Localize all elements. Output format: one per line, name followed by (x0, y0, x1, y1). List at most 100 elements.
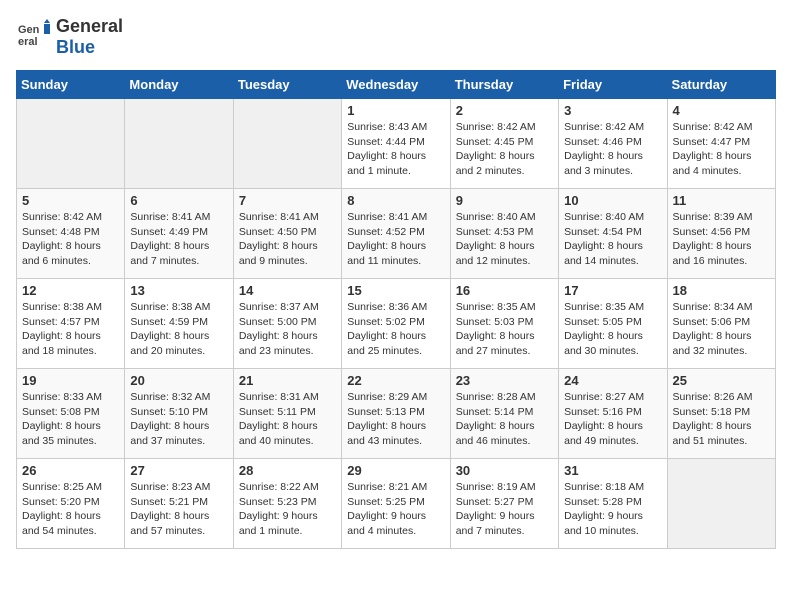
calendar-week-row: 5 Sunrise: 8:42 AM Sunset: 4:48 PM Daylig… (17, 189, 776, 279)
day-of-week-header: Saturday (667, 71, 775, 99)
calendar-cell: 1 Sunrise: 8:43 AM Sunset: 4:44 PM Daylig… (342, 99, 450, 189)
day-of-week-header: Thursday (450, 71, 558, 99)
day-info: Sunrise: 8:33 AM Sunset: 5:08 PM Dayligh… (22, 390, 119, 449)
day-info: Sunrise: 8:32 AM Sunset: 5:10 PM Dayligh… (130, 390, 227, 449)
calendar-cell: 25 Sunrise: 8:26 AM Sunset: 5:18 PM Dayli… (667, 369, 775, 459)
calendar-cell: 14 Sunrise: 8:37 AM Sunset: 5:00 PM Dayli… (233, 279, 341, 369)
page-header: Gen eral General Blue (16, 16, 776, 58)
day-info: Sunrise: 8:41 AM Sunset: 4:52 PM Dayligh… (347, 210, 444, 269)
day-of-week-header: Wednesday (342, 71, 450, 99)
day-info: Sunrise: 8:23 AM Sunset: 5:21 PM Dayligh… (130, 480, 227, 539)
svg-text:Gen: Gen (18, 24, 40, 36)
day-number: 10 (564, 193, 661, 208)
day-info: Sunrise: 8:25 AM Sunset: 5:20 PM Dayligh… (22, 480, 119, 539)
calendar-cell: 19 Sunrise: 8:33 AM Sunset: 5:08 PM Dayli… (17, 369, 125, 459)
day-info: Sunrise: 8:29 AM Sunset: 5:13 PM Dayligh… (347, 390, 444, 449)
day-number: 19 (22, 373, 119, 388)
day-info: Sunrise: 8:38 AM Sunset: 4:57 PM Dayligh… (22, 300, 119, 359)
day-number: 14 (239, 283, 336, 298)
calendar-cell: 12 Sunrise: 8:38 AM Sunset: 4:57 PM Dayli… (17, 279, 125, 369)
logo-icon: Gen eral (16, 19, 52, 55)
calendar-cell (233, 99, 341, 189)
day-info: Sunrise: 8:19 AM Sunset: 5:27 PM Dayligh… (456, 480, 553, 539)
calendar-cell: 27 Sunrise: 8:23 AM Sunset: 5:21 PM Dayli… (125, 459, 233, 549)
day-number: 27 (130, 463, 227, 478)
day-number: 1 (347, 103, 444, 118)
calendar-cell: 23 Sunrise: 8:28 AM Sunset: 5:14 PM Dayli… (450, 369, 558, 459)
calendar-cell: 22 Sunrise: 8:29 AM Sunset: 5:13 PM Dayli… (342, 369, 450, 459)
calendar-cell: 4Sunrise: 8:42 AM Sunset: 4:47 PM Daylig… (667, 99, 775, 189)
calendar-header-row: SundayMondayTuesdayWednesdayThursdayFrid… (17, 71, 776, 99)
day-number: 29 (347, 463, 444, 478)
calendar-cell: 30 Sunrise: 8:19 AM Sunset: 5:27 PM Dayli… (450, 459, 558, 549)
calendar-cell: 7 Sunrise: 8:41 AM Sunset: 4:50 PM Daylig… (233, 189, 341, 279)
calendar-cell: 5 Sunrise: 8:42 AM Sunset: 4:48 PM Daylig… (17, 189, 125, 279)
calendar-week-row: 26 Sunrise: 8:25 AM Sunset: 5:20 PM Dayli… (17, 459, 776, 549)
calendar-cell: 16 Sunrise: 8:35 AM Sunset: 5:03 PM Dayli… (450, 279, 558, 369)
calendar-cell: 6 Sunrise: 8:41 AM Sunset: 4:49 PM Daylig… (125, 189, 233, 279)
calendar-cell: 9Sunrise: 8:40 AM Sunset: 4:53 PM Daylig… (450, 189, 558, 279)
calendar-table: SundayMondayTuesdayWednesdayThursdayFrid… (16, 70, 776, 549)
calendar-cell: 20 Sunrise: 8:32 AM Sunset: 5:10 PM Dayli… (125, 369, 233, 459)
day-number: 30 (456, 463, 553, 478)
calendar-cell (667, 459, 775, 549)
day-info: Sunrise: 8:38 AM Sunset: 4:59 PM Dayligh… (130, 300, 227, 359)
day-number: 25 (673, 373, 770, 388)
day-info: Sunrise: 8:41 AM Sunset: 4:50 PM Dayligh… (239, 210, 336, 269)
day-number: 17 (564, 283, 661, 298)
calendar-cell: 3 Sunrise: 8:42 AM Sunset: 4:46 PM Daylig… (559, 99, 667, 189)
calendar-cell: 11Sunrise: 8:39 AM Sunset: 4:56 PM Dayli… (667, 189, 775, 279)
day-info: Sunrise: 8:43 AM Sunset: 4:44 PM Dayligh… (347, 120, 444, 179)
calendar-cell: 21Sunrise: 8:31 AM Sunset: 5:11 PM Dayli… (233, 369, 341, 459)
day-info: Sunrise: 8:35 AM Sunset: 5:05 PM Dayligh… (564, 300, 661, 359)
calendar-week-row: 1 Sunrise: 8:43 AM Sunset: 4:44 PM Daylig… (17, 99, 776, 189)
day-number: 22 (347, 373, 444, 388)
day-number: 16 (456, 283, 553, 298)
day-of-week-header: Monday (125, 71, 233, 99)
calendar-cell: 18Sunrise: 8:34 AM Sunset: 5:06 PM Dayli… (667, 279, 775, 369)
day-number: 7 (239, 193, 336, 208)
day-info: Sunrise: 8:35 AM Sunset: 5:03 PM Dayligh… (456, 300, 553, 359)
day-number: 9 (456, 193, 553, 208)
day-info: Sunrise: 8:37 AM Sunset: 5:00 PM Dayligh… (239, 300, 336, 359)
calendar-cell: 28Sunrise: 8:22 AM Sunset: 5:23 PM Dayli… (233, 459, 341, 549)
calendar-cell: 8Sunrise: 8:41 AM Sunset: 4:52 PM Daylig… (342, 189, 450, 279)
calendar-cell: 26 Sunrise: 8:25 AM Sunset: 5:20 PM Dayli… (17, 459, 125, 549)
day-number: 26 (22, 463, 119, 478)
calendar-cell: 29Sunrise: 8:21 AM Sunset: 5:25 PM Dayli… (342, 459, 450, 549)
day-info: Sunrise: 8:42 AM Sunset: 4:45 PM Dayligh… (456, 120, 553, 179)
day-info: Sunrise: 8:31 AM Sunset: 5:11 PM Dayligh… (239, 390, 336, 449)
day-number: 20 (130, 373, 227, 388)
calendar-cell: 17 Sunrise: 8:35 AM Sunset: 5:05 PM Dayli… (559, 279, 667, 369)
day-info: Sunrise: 8:18 AM Sunset: 5:28 PM Dayligh… (564, 480, 661, 539)
logo-blue: Blue (56, 37, 95, 57)
calendar-cell: 15Sunrise: 8:36 AM Sunset: 5:02 PM Dayli… (342, 279, 450, 369)
calendar-cell (125, 99, 233, 189)
svg-text:eral: eral (18, 36, 38, 48)
day-number: 4 (673, 103, 770, 118)
day-number: 28 (239, 463, 336, 478)
day-info: Sunrise: 8:27 AM Sunset: 5:16 PM Dayligh… (564, 390, 661, 449)
day-number: 3 (564, 103, 661, 118)
day-info: Sunrise: 8:28 AM Sunset: 5:14 PM Dayligh… (456, 390, 553, 449)
calendar-cell: 2Sunrise: 8:42 AM Sunset: 4:45 PM Daylig… (450, 99, 558, 189)
day-number: 31 (564, 463, 661, 478)
day-info: Sunrise: 8:42 AM Sunset: 4:46 PM Dayligh… (564, 120, 661, 179)
day-of-week-header: Friday (559, 71, 667, 99)
calendar-cell: 31 Sunrise: 8:18 AM Sunset: 5:28 PM Dayli… (559, 459, 667, 549)
calendar-cell (17, 99, 125, 189)
day-info: Sunrise: 8:42 AM Sunset: 4:48 PM Dayligh… (22, 210, 119, 269)
day-number: 24 (564, 373, 661, 388)
day-number: 15 (347, 283, 444, 298)
day-number: 23 (456, 373, 553, 388)
day-number: 13 (130, 283, 227, 298)
calendar-cell: 10Sunrise: 8:40 AM Sunset: 4:54 PM Dayli… (559, 189, 667, 279)
day-number: 6 (130, 193, 227, 208)
calendar-cell: 24 Sunrise: 8:27 AM Sunset: 5:16 PM Dayli… (559, 369, 667, 459)
day-number: 5 (22, 193, 119, 208)
day-info: Sunrise: 8:26 AM Sunset: 5:18 PM Dayligh… (673, 390, 770, 449)
day-of-week-header: Sunday (17, 71, 125, 99)
calendar-week-row: 19 Sunrise: 8:33 AM Sunset: 5:08 PM Dayli… (17, 369, 776, 459)
day-info: Sunrise: 8:41 AM Sunset: 4:49 PM Dayligh… (130, 210, 227, 269)
day-number: 12 (22, 283, 119, 298)
